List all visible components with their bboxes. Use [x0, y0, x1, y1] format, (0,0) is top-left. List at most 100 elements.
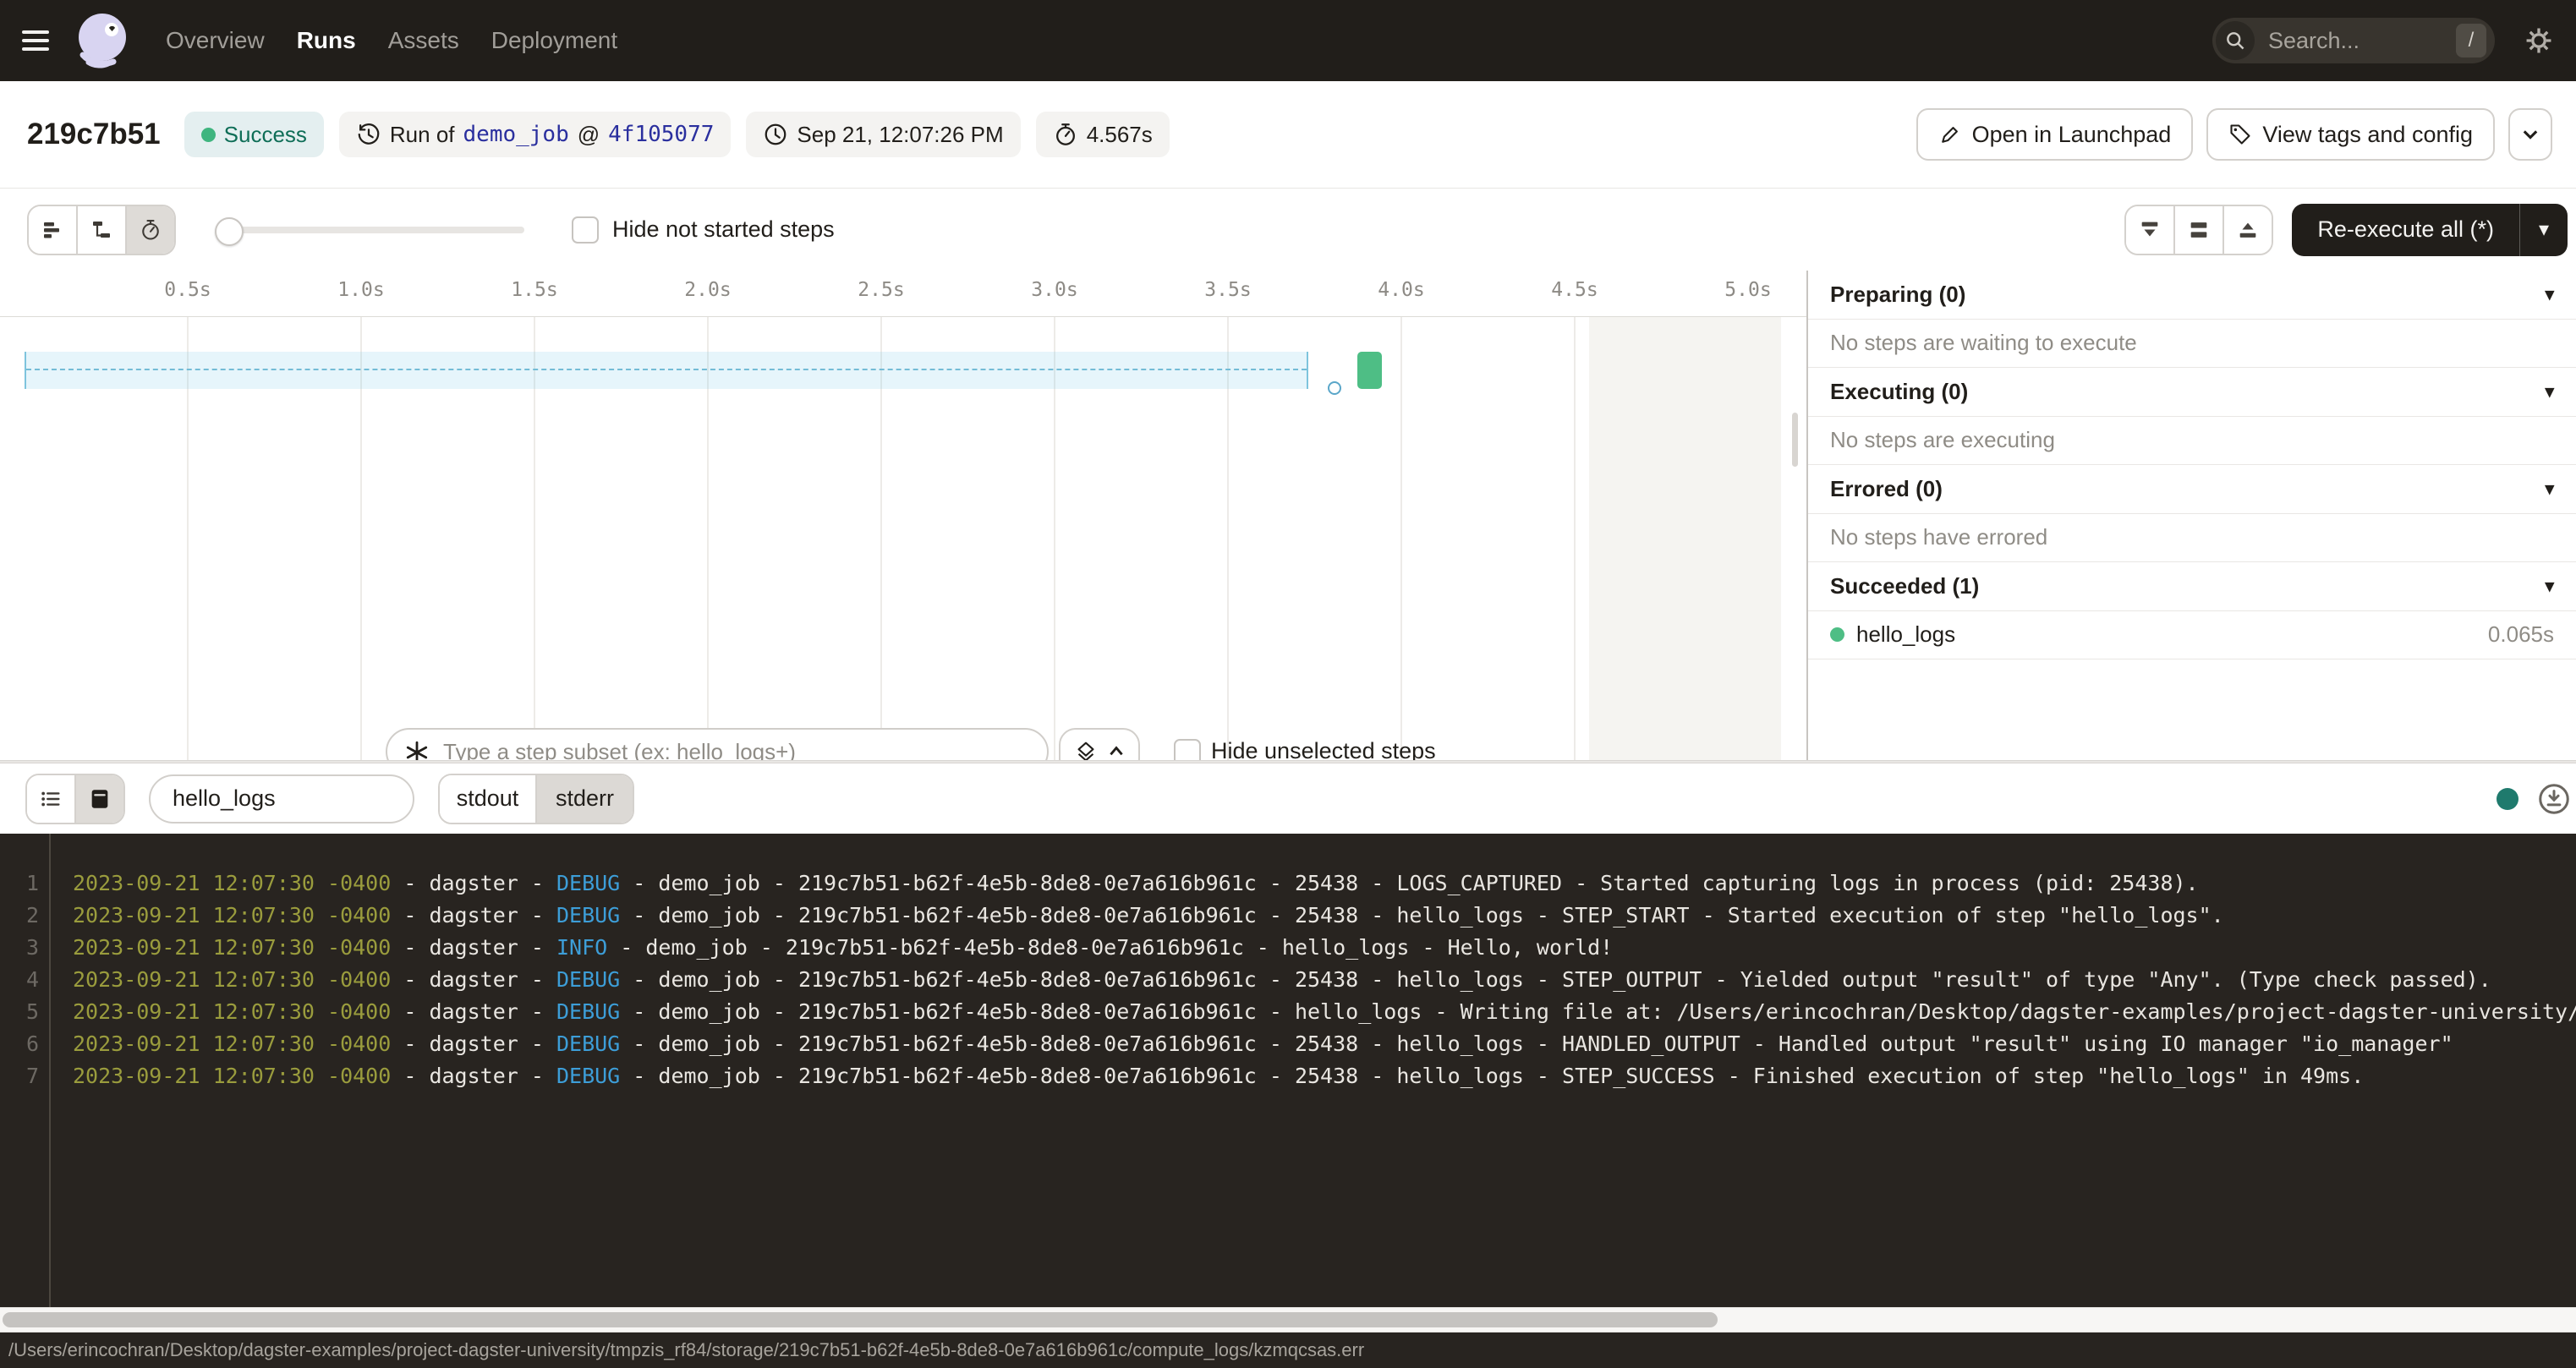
panel-section-header-preparing[interactable]: Preparing (0) ▾: [1808, 271, 2576, 320]
log-logger: - dagster -: [391, 1031, 556, 1056]
stream-toggle-group: stdout stderr: [438, 774, 634, 824]
duration-tag: 4.567s: [1036, 112, 1170, 157]
split-panels-button[interactable]: [2173, 206, 2222, 254]
stdout-toggle[interactable]: stdout: [440, 775, 535, 823]
header-more-actions-button[interactable]: [2508, 108, 2552, 161]
nav-tab-assets[interactable]: Assets: [388, 27, 459, 54]
stderr-toggle[interactable]: stderr: [535, 775, 633, 823]
nav-tabs: Overview Runs Assets Deployment: [166, 27, 617, 54]
log-horizontal-scrollbar[interactable]: [0, 1307, 2576, 1332]
panel-section-header-errored[interactable]: Errored (0)▾: [1808, 465, 2576, 514]
graph-options-button[interactable]: [1059, 728, 1140, 760]
log-line: 12023-09-21 12:07:30 -0400 - dagster - D…: [0, 867, 2576, 900]
open-in-launchpad-label: Open in Launchpad: [1972, 122, 2172, 148]
pencil-icon: [1938, 123, 1962, 146]
log-hscroll-thumb[interactable]: [3, 1312, 1718, 1327]
succeeded-step-row[interactable]: hello_logs 0.065s: [1808, 611, 2576, 660]
open-in-launchpad-button[interactable]: Open in Launchpad: [1916, 108, 2194, 161]
log-level: DEBUG: [556, 1064, 620, 1088]
log-level: DEBUG: [556, 903, 620, 928]
panel-section-label: Preparing (0): [1830, 282, 1965, 308]
gantt-zoom-slider[interactable]: [215, 205, 524, 254]
toolbar-right: Re-execute all (*) ▾: [2124, 204, 2568, 256]
search-placeholder: Search...: [2268, 28, 2360, 54]
raw-log-view-button[interactable]: [74, 775, 123, 823]
reexecute-all-button[interactable]: Re-execute all (*): [2292, 204, 2519, 256]
hide-not-started-checkbox[interactable]: [572, 216, 599, 244]
log-logger: - dagster -: [391, 1064, 556, 1088]
hide-unselected-checkbox[interactable]: [1174, 739, 1201, 760]
log-view-mode-group: [25, 774, 125, 824]
run-header: 219c7b51 Success Run of demo_job @ 4f105…: [0, 81, 2576, 189]
start-time-label: Sep 21, 12:07:26 PM: [797, 122, 1003, 148]
dagster-logo-icon[interactable]: [74, 13, 130, 68]
log-timestamp: 2023-09-21 12:07:30 -0400: [73, 903, 391, 928]
log-line: 32023-09-21 12:07:30 -0400 - dagster - I…: [0, 932, 2576, 964]
panel-empty-row: No steps have errored: [1808, 514, 2576, 563]
structured-log-view-button[interactable]: [27, 775, 74, 823]
job-link[interactable]: demo_job: [463, 122, 569, 147]
axis-tick-label: 3.0s: [1017, 279, 1093, 301]
panel-section-label: Succeeded (1): [1830, 573, 1979, 599]
log-output: 12023-09-21 12:07:30 -0400 - dagster - D…: [0, 834, 2576, 1307]
log-step-filter-input[interactable]: [149, 774, 414, 824]
top-nav: Overview Runs Assets Deployment Search... /: [0, 0, 2576, 81]
timer-icon: [1053, 122, 1078, 147]
panel-section-label: Errored (0): [1830, 476, 1943, 502]
log-line: 22023-09-21 12:07:30 -0400 - dagster - D…: [0, 900, 2576, 932]
search-input[interactable]: Search... /: [2212, 18, 2495, 63]
slider-track[interactable]: [225, 227, 524, 233]
log-logger: - dagster -: [391, 967, 556, 992]
log-message: - demo_job - 219c7b51-b62f-4e5b-8de8-0e7…: [620, 967, 2491, 992]
log-level: DEBUG: [556, 871, 620, 895]
view-tags-config-button[interactable]: View tags and config: [2206, 108, 2495, 161]
settings-gear-icon[interactable]: [2522, 24, 2556, 57]
nav-tab-runs[interactable]: Runs: [297, 27, 356, 54]
section-caret-icon: ▾: [2545, 284, 2554, 305]
axis-tick-label: 4.0s: [1363, 279, 1439, 301]
reexecute-options-button[interactable]: ▾: [2519, 204, 2568, 256]
step-subset-input[interactable]: [386, 728, 1049, 760]
panel-section-header-succeeded[interactable]: Succeeded (1)▾: [1808, 562, 2576, 611]
log-file-path: /Users/erincochran/Desktop/dagster-examp…: [8, 1339, 1364, 1361]
step-bar-hello-logs[interactable]: [1357, 352, 1382, 389]
log-line-content: 2023-09-21 12:07:30 -0400 - dagster - DE…: [73, 900, 2224, 932]
log-toolbar-right: [2497, 782, 2573, 816]
snapshot-link[interactable]: 4f105077: [608, 122, 714, 147]
log-message: - demo_job - 219c7b51-b62f-4e5b-8de8-0e7…: [620, 1064, 2364, 1088]
log-line-content: 2023-09-21 12:07:30 -0400 - dagster - IN…: [73, 932, 1613, 964]
succeeded-step-duration: 0.065s: [2488, 621, 2554, 648]
gantt-timed-view-button[interactable]: [125, 206, 174, 254]
nav-tab-overview[interactable]: Overview: [166, 27, 265, 54]
log-line: 42023-09-21 12:07:30 -0400 - dagster - D…: [0, 964, 2576, 996]
gantt-chart[interactable]: Hide unselected steps: [0, 317, 1806, 760]
download-log-button[interactable]: [2537, 782, 2571, 816]
log-logger: - dagster -: [391, 871, 556, 895]
gantt-flat-view-button[interactable]: [29, 206, 76, 254]
slider-thumb[interactable]: [215, 217, 244, 246]
collapse-top-panel-button[interactable]: [2222, 206, 2272, 254]
nav-right: Search... /: [2212, 18, 2556, 63]
panel-empty-row: No steps are waiting to execute: [1808, 320, 2576, 369]
chevron-up-icon: [1107, 742, 1126, 760]
gantt-vertical-scrollbar[interactable]: [1792, 413, 1798, 467]
nav-tab-deployment[interactable]: Deployment: [491, 27, 617, 54]
log-line: 52023-09-21 12:07:30 -0400 - dagster - D…: [0, 996, 2576, 1028]
step-filter-bar: Hide unselected steps: [0, 728, 1806, 760]
succeeded-step-name: hello_logs: [1856, 621, 1955, 648]
step-waiting-band: [25, 352, 1308, 389]
hamburger-menu-icon[interactable]: [22, 30, 51, 51]
log-logger: - dagster -: [391, 935, 556, 960]
axis-tick-label: 2.0s: [670, 279, 746, 301]
log-logger: - dagster -: [391, 999, 556, 1024]
log-status-dot-icon: [2497, 788, 2518, 810]
axis-tick-label: 1.5s: [496, 279, 573, 301]
panel-section-header-executing[interactable]: Executing (0)▾: [1808, 368, 2576, 417]
collapse-bottom-panel-button[interactable]: [2126, 206, 2173, 254]
log-timestamp: 2023-09-21 12:07:30 -0400: [73, 871, 391, 895]
status-label: Success: [224, 122, 307, 148]
log-toolbar: stdout stderr: [0, 763, 2576, 834]
waiting-dashed-line: [26, 369, 1307, 370]
run-of-separator: @: [578, 122, 600, 148]
gantt-waterfall-view-button[interactable]: [76, 206, 125, 254]
